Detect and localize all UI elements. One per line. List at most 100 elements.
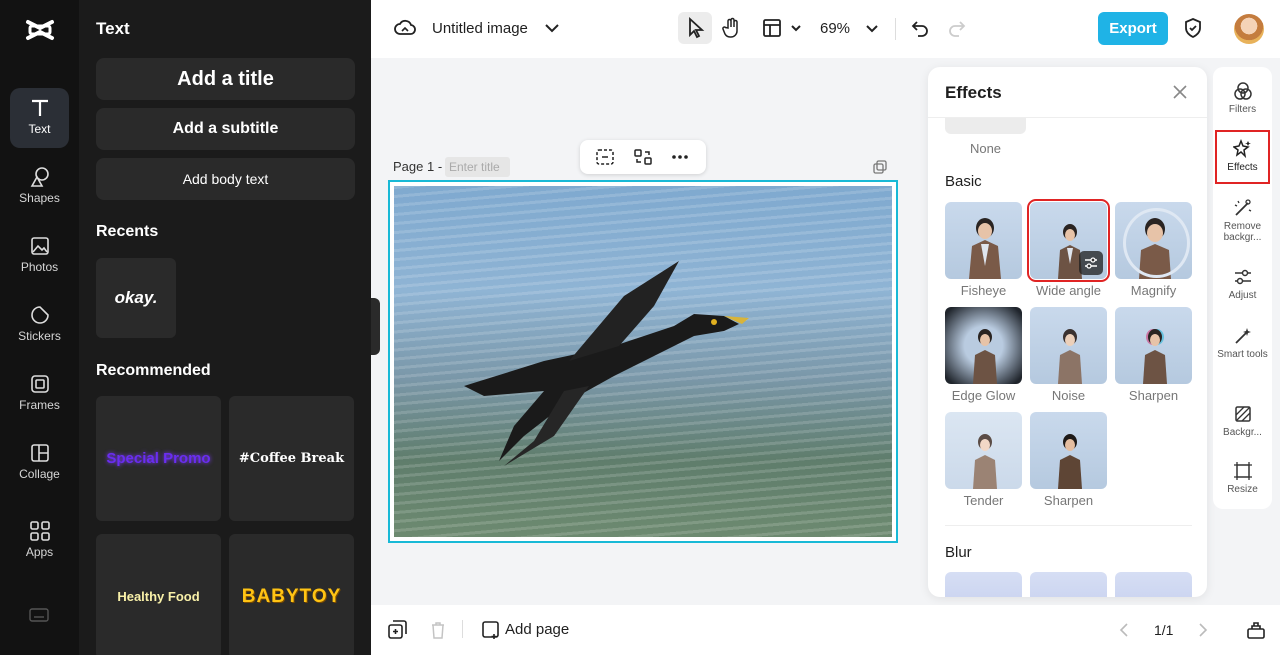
chevron-down-icon[interactable]	[784, 16, 808, 40]
person-figure	[1143, 329, 1167, 384]
rail-item-label: Stickers	[18, 329, 61, 343]
effect-label: Sharpen	[1128, 388, 1179, 403]
rail-item-label: Apps	[25, 545, 54, 559]
person-figure	[973, 329, 997, 384]
effect-thumb-magnify[interactable]	[1115, 202, 1192, 279]
duplicate-page-icon[interactable]	[873, 160, 887, 174]
recommended-template[interactable]: Special Promo	[96, 396, 221, 521]
effect-none-thumb[interactable]	[945, 118, 1026, 134]
text-panel: Text Add a title Add a subtitle Add body…	[79, 0, 371, 655]
rail-item-text[interactable]: Text	[10, 88, 69, 148]
more-icon[interactable]	[671, 149, 689, 165]
effect-label: Fisheye	[960, 283, 1007, 298]
page-title-input[interactable]: Enter title	[445, 157, 510, 177]
chevron-down-icon[interactable]	[860, 16, 884, 40]
effect-thumb-tender[interactable]	[945, 412, 1022, 489]
left-rail: Text Shapes Photos Stickers Frames Colla…	[0, 0, 79, 655]
rail-item-label: Frames	[19, 398, 60, 412]
crop-select-icon[interactable]	[596, 149, 614, 165]
apps-icon	[29, 521, 50, 541]
add-subtitle-button[interactable]: Add a subtitle	[96, 108, 355, 150]
layout-icon[interactable]	[760, 16, 784, 40]
capcut-logo-icon[interactable]	[24, 14, 56, 46]
stickers-icon	[30, 306, 49, 324]
effect-label: Tender	[963, 493, 1004, 508]
add-title-button[interactable]: Add a title	[96, 58, 355, 100]
effect-label: Magnify	[1130, 283, 1177, 298]
right-rail-item-remove-background[interactable]: Remove backgr...	[1213, 198, 1272, 243]
avatar[interactable]	[1234, 14, 1264, 44]
cloud-icon[interactable]	[393, 16, 417, 40]
rail-item-collage[interactable]: Collage	[10, 433, 69, 493]
effects-panel-title: Effects	[945, 83, 1002, 102]
effect-label: Edge Glow	[951, 388, 1016, 403]
panel-title: Text	[96, 19, 130, 38]
right-rail-item-filters[interactable]: Filters	[1213, 81, 1272, 115]
rail-item-shapes[interactable]: Shapes	[10, 157, 69, 217]
rail-item-photos[interactable]: Photos	[10, 226, 69, 286]
rail-item-frames[interactable]: Frames	[10, 364, 69, 424]
effect-thumb-blur[interactable]	[1115, 572, 1192, 597]
right-rail-label: Resize	[1227, 484, 1258, 495]
effect-thumb-sharpen[interactable]	[1115, 307, 1192, 384]
cormorant-photo[interactable]	[394, 186, 892, 537]
effect-thumb-wide-angle[interactable]	[1027, 199, 1110, 282]
effect-thumb-fisheye[interactable]	[945, 202, 1022, 279]
zoom-level[interactable]: 69%	[820, 20, 850, 37]
redo-icon[interactable]	[945, 16, 969, 40]
selected-image-frame[interactable]	[388, 180, 898, 543]
smart-tools-icon	[1234, 328, 1251, 344]
filters-icon	[1233, 82, 1252, 100]
chevron-down-icon[interactable]	[540, 16, 564, 40]
trash-icon[interactable]	[428, 620, 448, 640]
undo-icon[interactable]	[908, 16, 932, 40]
cursor-icon	[689, 16, 705, 39]
add-page-button[interactable]: Add page	[505, 621, 569, 638]
close-icon[interactable]	[1172, 84, 1188, 100]
effects-highlight-box	[1215, 130, 1270, 184]
add-frame-icon[interactable]	[387, 620, 407, 640]
blur-section-label: Blur	[945, 544, 972, 561]
hand-icon[interactable]	[720, 16, 744, 40]
collapse-panel-handle[interactable]	[371, 298, 380, 355]
keyboard-icon[interactable]	[29, 607, 49, 623]
effect-label: Noise	[1051, 388, 1086, 403]
replace-icon[interactable]	[634, 149, 652, 165]
right-rail-item-resize[interactable]: Resize	[1213, 461, 1272, 495]
effect-thumb-blur[interactable]	[1030, 572, 1107, 597]
page-label: Page 1 -	[393, 159, 443, 174]
right-rail-item-background[interactable]: Backgr...	[1213, 404, 1272, 438]
effect-thumb-noise[interactable]	[1030, 307, 1107, 384]
right-rail-item-adjust[interactable]: Adjust	[1213, 267, 1272, 301]
layers-icon[interactable]	[1246, 620, 1266, 640]
effects-panel: Effects None Basic Fisheye Wide angle Ma…	[928, 67, 1207, 597]
effect-thumb-edge-glow[interactable]	[945, 307, 1022, 384]
recommended-template[interactable]: BABYTOY	[229, 534, 354, 655]
shield-icon[interactable]	[1181, 16, 1205, 40]
add-body-text-button[interactable]: Add body text	[96, 158, 355, 200]
rail-item-apps[interactable]: Apps	[10, 511, 69, 571]
effect-none-label: None	[969, 141, 1002, 156]
effect-label: Wide angle	[1035, 283, 1102, 298]
person-figure	[973, 434, 997, 489]
rail-item-label: Photos	[20, 260, 59, 274]
text-icon	[31, 99, 48, 116]
recent-text-template[interactable]: okay.	[96, 258, 176, 338]
rail-item-stickers[interactable]: Stickers	[10, 295, 69, 355]
person-figure	[1139, 218, 1171, 279]
rail-item-label: Text	[28, 122, 51, 136]
effect-thumb-sharpen-2[interactable]	[1030, 412, 1107, 489]
recommended-template[interactable]: Healthy Food	[96, 534, 221, 655]
right-rail-label: Remove backgr...	[1223, 221, 1262, 243]
adjust-effect-button[interactable]	[1079, 251, 1103, 275]
add-page-icon[interactable]	[481, 620, 501, 640]
recommended-template[interactable]: #Coffee Break	[229, 396, 354, 521]
right-rail-item-smart-tools[interactable]: Smart tools	[1213, 326, 1272, 360]
document-title[interactable]: Untitled image	[432, 20, 528, 37]
shapes-icon	[30, 167, 49, 187]
export-button[interactable]: Export	[1098, 12, 1168, 45]
chevron-right-icon[interactable]	[1192, 620, 1212, 640]
effect-thumb-blur[interactable]	[945, 572, 1022, 597]
recents-label: Recents	[96, 223, 159, 240]
chevron-left-icon[interactable]	[1115, 620, 1135, 640]
